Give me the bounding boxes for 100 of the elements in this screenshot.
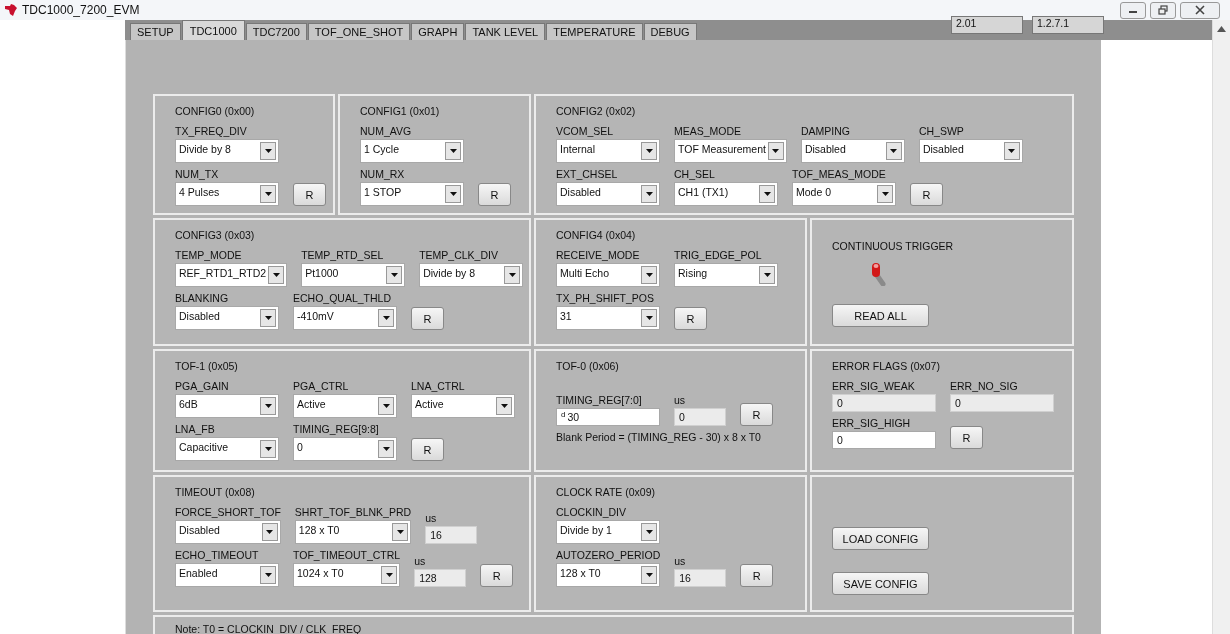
- caret-icon: [449, 149, 457, 153]
- field-label: RECEIVE_MODE: [556, 249, 641, 261]
- dropdown[interactable]: 31: [556, 306, 660, 330]
- dropdown[interactable]: TOF Measurement: [674, 139, 787, 163]
- dropdown[interactable]: CH1 (TX1): [674, 182, 778, 206]
- read-button[interactable]: R: [293, 183, 326, 206]
- dropdown-arrow-button[interactable]: [504, 266, 521, 284]
- input-field[interactable]: 0: [832, 431, 936, 449]
- dropdown[interactable]: 0: [293, 437, 397, 461]
- dropdown-arrow-button[interactable]: [378, 440, 394, 458]
- dropdown[interactable]: Divide by 8: [175, 139, 279, 163]
- restore-button[interactable]: [1150, 1, 1176, 19]
- tab[interactable]: TDC7200: [245, 23, 307, 40]
- dropdown[interactable]: Capacitive: [175, 437, 279, 461]
- dropdown-arrow-button[interactable]: [641, 566, 658, 584]
- dropdown[interactable]: -410mV: [293, 306, 397, 330]
- dropdown-arrow-button[interactable]: [496, 397, 512, 415]
- dropdown-arrow-button[interactable]: [260, 185, 276, 203]
- toggle-switch-icon[interactable]: [870, 260, 886, 286]
- field-label: CH_SEL: [674, 168, 716, 180]
- read-button[interactable]: R: [411, 307, 444, 330]
- dropdown[interactable]: Disabled: [175, 520, 281, 544]
- read-button[interactable]: R: [411, 438, 444, 461]
- dropdown-arrow-button[interactable]: [641, 142, 657, 160]
- dropdown[interactable]: 128 x T0: [556, 563, 661, 587]
- dropdown[interactable]: Disabled: [918, 139, 1023, 163]
- minimize-button[interactable]: [1120, 1, 1146, 19]
- close-button[interactable]: [1180, 1, 1220, 19]
- read-button[interactable]: R: [478, 183, 511, 206]
- dropdown-arrow-button[interactable]: [445, 142, 461, 160]
- caret-icon: [645, 530, 653, 534]
- dropdown-arrow-button[interactable]: [641, 523, 657, 541]
- dropdown-value: Capacitive: [178, 440, 229, 455]
- scroll-up-arrow-icon[interactable]: [1217, 26, 1226, 32]
- dropdown-arrow-button[interactable]: [268, 266, 285, 284]
- caret-icon: [1008, 149, 1016, 153]
- action-button[interactable]: LOAD CONFIG: [832, 527, 929, 550]
- dropdown[interactable]: Internal: [556, 139, 660, 163]
- dropdown[interactable]: Divide by 8: [419, 263, 524, 287]
- dropdown-arrow-button[interactable]: [885, 142, 902, 160]
- dropdown-arrow-button[interactable]: [767, 142, 784, 160]
- dropdown-arrow-button[interactable]: [260, 309, 276, 327]
- read-button[interactable]: R: [910, 183, 943, 206]
- dropdown-arrow-button[interactable]: [261, 523, 278, 541]
- dropdown[interactable]: Pt1000: [301, 263, 406, 287]
- dropdown[interactable]: 128 x T0: [294, 520, 412, 544]
- dropdown[interactable]: Active: [411, 394, 515, 418]
- tab[interactable]: GRAPH: [411, 23, 465, 40]
- dropdown-arrow-button[interactable]: [260, 142, 276, 160]
- dropdown-arrow-button[interactable]: [392, 523, 409, 541]
- dropdown[interactable]: 4 Pulses: [175, 182, 279, 206]
- dropdown[interactable]: 1024 x T0: [293, 563, 401, 587]
- caret-icon: [449, 192, 457, 196]
- field-label: TIMING_REG[9:8]: [293, 423, 380, 435]
- dropdown[interactable]: Disabled: [175, 306, 279, 330]
- caret-icon: [645, 273, 653, 277]
- dropdown[interactable]: Disabled: [800, 139, 905, 163]
- tab[interactable]: TDC1000: [181, 20, 245, 40]
- dropdown-arrow-button[interactable]: [378, 397, 394, 415]
- dropdown-arrow-button[interactable]: [260, 440, 276, 458]
- dropdown-arrow-button[interactable]: [1003, 142, 1020, 160]
- dropdown-arrow-button[interactable]: [445, 185, 461, 203]
- read-button[interactable]: R: [740, 403, 773, 426]
- caret-icon: [396, 530, 404, 534]
- input-value: 30: [567, 411, 580, 423]
- dropdown[interactable]: Rising: [674, 263, 778, 287]
- dropdown[interactable]: Mode 0: [792, 182, 896, 206]
- dropdown-arrow-button[interactable]: [877, 185, 893, 203]
- action-button[interactable]: READ ALL: [832, 304, 929, 327]
- dropdown-arrow-button[interactable]: [759, 185, 775, 203]
- dropdown[interactable]: Active: [293, 394, 397, 418]
- dropdown[interactable]: 1 STOP: [360, 182, 464, 206]
- dropdown-arrow-button[interactable]: [260, 397, 276, 415]
- dropdown[interactable]: 6dB: [175, 394, 279, 418]
- tab[interactable]: TANK LEVEL: [465, 23, 546, 40]
- read-button[interactable]: R: [740, 564, 774, 587]
- dropdown-arrow-button[interactable]: [641, 266, 657, 284]
- dropdown[interactable]: Disabled: [556, 182, 660, 206]
- field-label: TOF_TIMEOUT_CTRL: [293, 549, 401, 561]
- dropdown[interactable]: Divide by 1: [556, 520, 660, 544]
- tab[interactable]: DEBUG: [643, 23, 697, 40]
- tab[interactable]: SETUP: [130, 23, 181, 40]
- tab[interactable]: TOF_ONE_SHOT: [307, 23, 411, 40]
- caret-icon: [382, 404, 390, 408]
- read-button[interactable]: R: [480, 564, 514, 587]
- dropdown-arrow-button[interactable]: [759, 266, 775, 284]
- dropdown-arrow-button[interactable]: [260, 566, 276, 584]
- dropdown[interactable]: Enabled: [175, 563, 279, 587]
- dropdown[interactable]: REF_RTD1_RTD2: [175, 263, 288, 287]
- read-button[interactable]: R: [950, 426, 983, 449]
- dropdown[interactable]: 1 Cycle: [360, 139, 464, 163]
- dropdown-arrow-button[interactable]: [381, 566, 398, 584]
- dropdown[interactable]: Multi Echo: [556, 263, 660, 287]
- read-button[interactable]: R: [674, 307, 707, 330]
- dropdown-arrow-button[interactable]: [378, 309, 394, 327]
- tab[interactable]: TEMPERATURE: [546, 23, 643, 40]
- action-button[interactable]: SAVE CONFIG: [832, 572, 929, 595]
- dropdown-arrow-button[interactable]: [641, 185, 657, 203]
- dropdown-arrow-button[interactable]: [386, 266, 403, 284]
- dropdown-arrow-button[interactable]: [641, 309, 657, 327]
